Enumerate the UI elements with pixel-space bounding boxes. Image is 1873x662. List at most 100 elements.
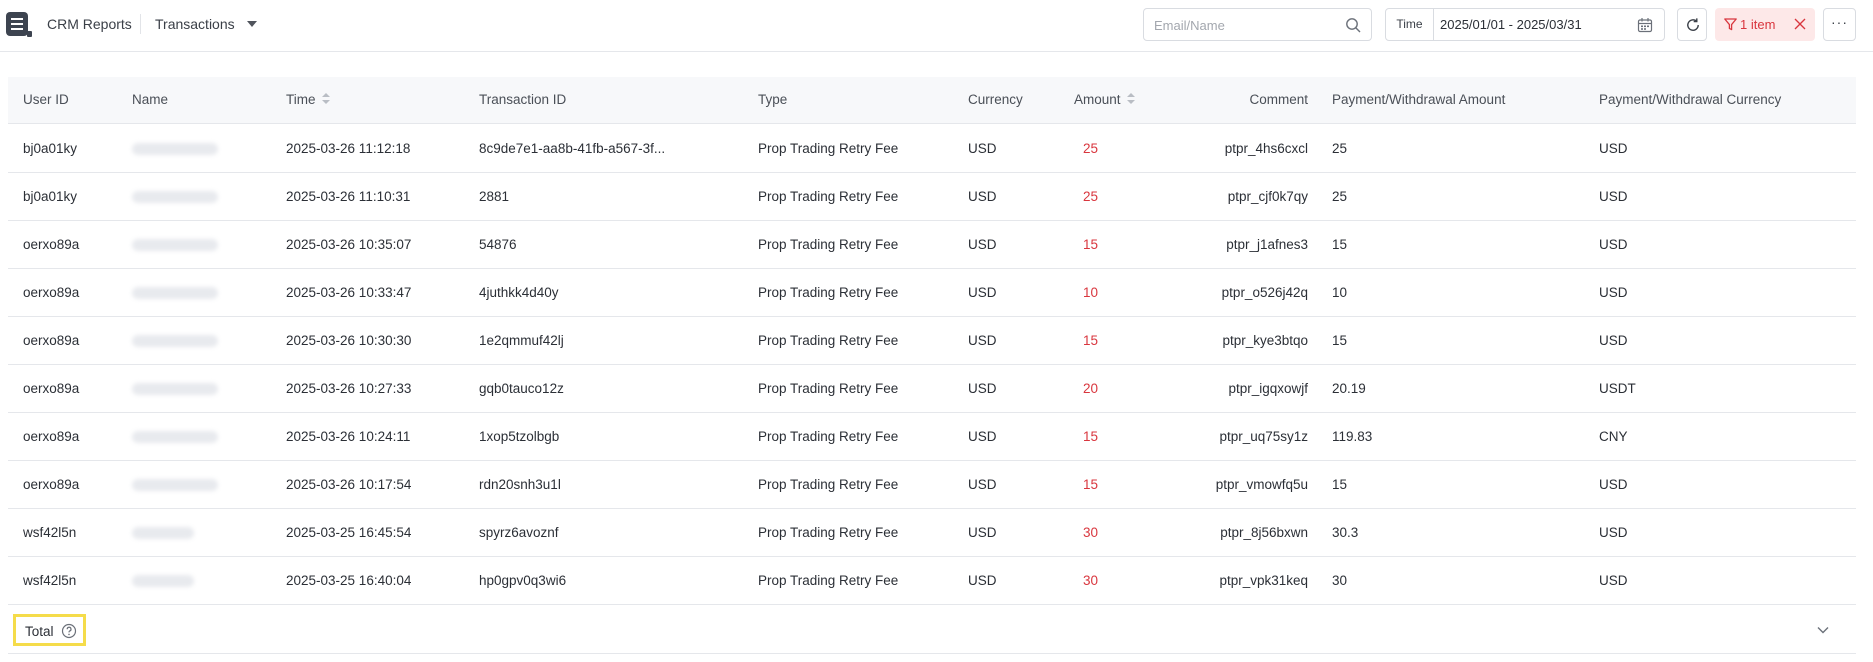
table-row[interactable]: oerxo89a 2025-03-26 10:24:11 1xop5tzolbgb P… xyxy=(8,413,1856,461)
cell-amount: 30 xyxy=(1083,525,1099,540)
cell-payment-withdrawal-amount: 30.3 xyxy=(1332,525,1359,540)
table-row[interactable]: bj0a01ky 2025-03-26 11:10:31 2881 Prop Trad… xyxy=(8,173,1856,221)
table-row[interactable]: oerxo89a 2025-03-26 10:27:33 gqb0tauco12z P… xyxy=(8,365,1856,413)
table-row[interactable]: oerxo89a 2025-03-26 10:17:54 rdn20snh3u1l P… xyxy=(8,461,1856,509)
report-type-label: Transactions xyxy=(155,16,235,32)
chevron-down-icon[interactable] xyxy=(1816,623,1830,637)
cell-comment: ptpr_j1afnes3 xyxy=(1226,237,1308,252)
more-options-button[interactable]: ··· xyxy=(1823,8,1856,41)
close-icon[interactable] xyxy=(1794,18,1806,30)
column-header-user-id: User ID xyxy=(23,92,69,107)
cell-name-redacted xyxy=(132,191,218,203)
cell-time: 2025-03-26 10:17:54 xyxy=(286,477,412,492)
cell-name-redacted xyxy=(132,287,218,299)
cell-currency: USD xyxy=(968,189,997,204)
cell-name-redacted xyxy=(132,383,218,395)
cell-amount: 15 xyxy=(1083,237,1099,252)
cell-payment-withdrawal-currency: USD xyxy=(1599,477,1628,492)
search-icon[interactable] xyxy=(1345,17,1361,33)
cell-comment: ptpr_igqxowjf xyxy=(1228,381,1308,396)
column-header-currency: Currency xyxy=(968,92,1023,107)
cell-type: Prop Trading Retry Fee xyxy=(758,381,899,396)
refresh-icon xyxy=(1687,18,1699,31)
help-icon[interactable] xyxy=(61,623,77,639)
cell-user-id: oerxo89a xyxy=(23,381,80,396)
report-type-select[interactable]: Transactions xyxy=(155,16,257,32)
cell-payment-withdrawal-amount: 15 xyxy=(1332,477,1348,492)
cell-time: 2025-03-26 10:27:33 xyxy=(286,381,412,396)
date-range-picker[interactable]: Time 2025/01/01 - 2025/03/31 xyxy=(1385,8,1665,41)
table-row[interactable]: wsf42l5n 2025-03-25 16:45:54 spyrz6avoznf P… xyxy=(8,509,1856,557)
cell-currency: USD xyxy=(968,573,997,588)
cell-currency: USD xyxy=(968,285,997,300)
cell-payment-withdrawal-amount: 15 xyxy=(1332,333,1348,348)
table-header: User ID Name Time Transaction ID Type Cu… xyxy=(8,77,1856,124)
cell-name-redacted xyxy=(132,431,218,443)
cell-payment-withdrawal-currency: USD xyxy=(1599,141,1628,156)
cell-user-id: oerxo89a xyxy=(23,237,80,252)
cell-amount: 20 xyxy=(1083,381,1099,396)
cell-payment-withdrawal-currency: USD xyxy=(1599,189,1628,204)
cell-comment: ptpr_vpk31keq xyxy=(1219,573,1308,588)
total-label: Total xyxy=(25,624,54,639)
cell-name-redacted xyxy=(132,479,218,491)
app-title[interactable]: CRM Reports xyxy=(47,16,132,32)
cell-comment: ptpr_8j56bxwn xyxy=(1220,525,1308,540)
cell-name-redacted xyxy=(132,143,218,155)
column-header-type: Type xyxy=(758,92,788,107)
table-row[interactable]: bj0a01ky 2025-03-26 11:12:18 8c9de7e1-aa8b… xyxy=(8,125,1856,173)
sort-icon[interactable] xyxy=(321,93,330,105)
cell-amount: 30 xyxy=(1083,573,1099,588)
table-row[interactable]: oerxo89a 2025-03-26 10:35:07 54876 Prop Tra… xyxy=(8,221,1856,269)
cell-type: Prop Trading Retry Fee xyxy=(758,477,899,492)
cell-amount: 15 xyxy=(1083,429,1099,444)
total-summary-cell[interactable]: Total xyxy=(13,614,86,646)
cell-time: 2025-03-26 10:24:11 xyxy=(286,429,411,444)
cell-transaction-id: hp0gpv0q3wi6 xyxy=(479,573,567,588)
top-toolbar: CRM Reports Transactions Time 2025/01/01… xyxy=(0,0,1873,52)
cell-payment-withdrawal-currency: USD xyxy=(1599,333,1628,348)
cell-type: Prop Trading Retry Fee xyxy=(758,429,899,444)
cell-payment-withdrawal-currency: USD xyxy=(1599,285,1628,300)
date-range-value[interactable]: 2025/01/01 - 2025/03/31 xyxy=(1440,17,1582,32)
menu-icon[interactable] xyxy=(6,12,32,38)
cell-payment-withdrawal-currency: USD xyxy=(1599,525,1628,540)
column-header-amount[interactable]: Amount xyxy=(1074,92,1135,107)
cell-user-id: wsf42l5n xyxy=(23,525,77,540)
cell-time: 2025-03-26 11:12:18 xyxy=(286,141,411,156)
column-header-payment-withdrawal-currency: Payment/Withdrawal Currency xyxy=(1599,92,1782,107)
cell-currency: USD xyxy=(968,429,997,444)
cell-transaction-id: 8c9de7e1-aa8b-41fb-a567-3f... xyxy=(479,141,666,156)
table-row[interactable]: oerxo89a 2025-03-26 10:33:47 4juthkk4d40y P… xyxy=(8,269,1856,317)
active-filter-chip[interactable]: 1 item xyxy=(1715,8,1815,41)
cell-type: Prop Trading Retry Fee xyxy=(758,237,899,252)
cell-payment-withdrawal-currency: USD xyxy=(1599,573,1628,588)
table-row[interactable]: oerxo89a 2025-03-26 10:30:30 1e2qmmuf42lj P… xyxy=(8,317,1856,365)
cell-comment: ptpr_vmowfq5u xyxy=(1215,477,1308,492)
cell-currency: USD xyxy=(968,381,997,396)
table-summary-row: Total xyxy=(8,606,1856,654)
cell-payment-withdrawal-amount: 119.83 xyxy=(1332,429,1373,444)
sort-icon[interactable] xyxy=(1126,93,1135,105)
cell-currency: USD xyxy=(968,333,997,348)
cell-type: Prop Trading Retry Fee xyxy=(758,285,899,300)
cell-payment-withdrawal-currency: USD xyxy=(1599,237,1628,252)
cell-payment-withdrawal-currency: CNY xyxy=(1599,429,1628,444)
cell-amount: 15 xyxy=(1083,333,1099,348)
calendar-icon[interactable] xyxy=(1637,17,1653,33)
cell-user-id: oerxo89a xyxy=(23,333,80,348)
cell-user-id: oerxo89a xyxy=(23,285,80,300)
column-header-time[interactable]: Time xyxy=(286,92,330,107)
cell-time: 2025-03-26 11:10:31 xyxy=(286,189,411,204)
cell-payment-withdrawal-amount: 30 xyxy=(1332,573,1348,588)
cell-time: 2025-03-25 16:40:04 xyxy=(286,573,412,588)
table-row[interactable]: wsf42l5n 2025-03-25 16:40:04 hp0gpv0q3wi6 P… xyxy=(8,557,1856,605)
chevron-down-icon xyxy=(247,21,257,27)
search-field[interactable] xyxy=(1143,8,1372,41)
search-input[interactable] xyxy=(1154,16,1334,34)
cell-user-id: oerxo89a xyxy=(23,477,80,492)
cell-user-id: wsf42l5n xyxy=(23,573,77,588)
cell-name-redacted xyxy=(132,575,194,587)
refresh-button[interactable] xyxy=(1677,8,1707,41)
cell-payment-withdrawal-amount: 25 xyxy=(1332,141,1348,156)
